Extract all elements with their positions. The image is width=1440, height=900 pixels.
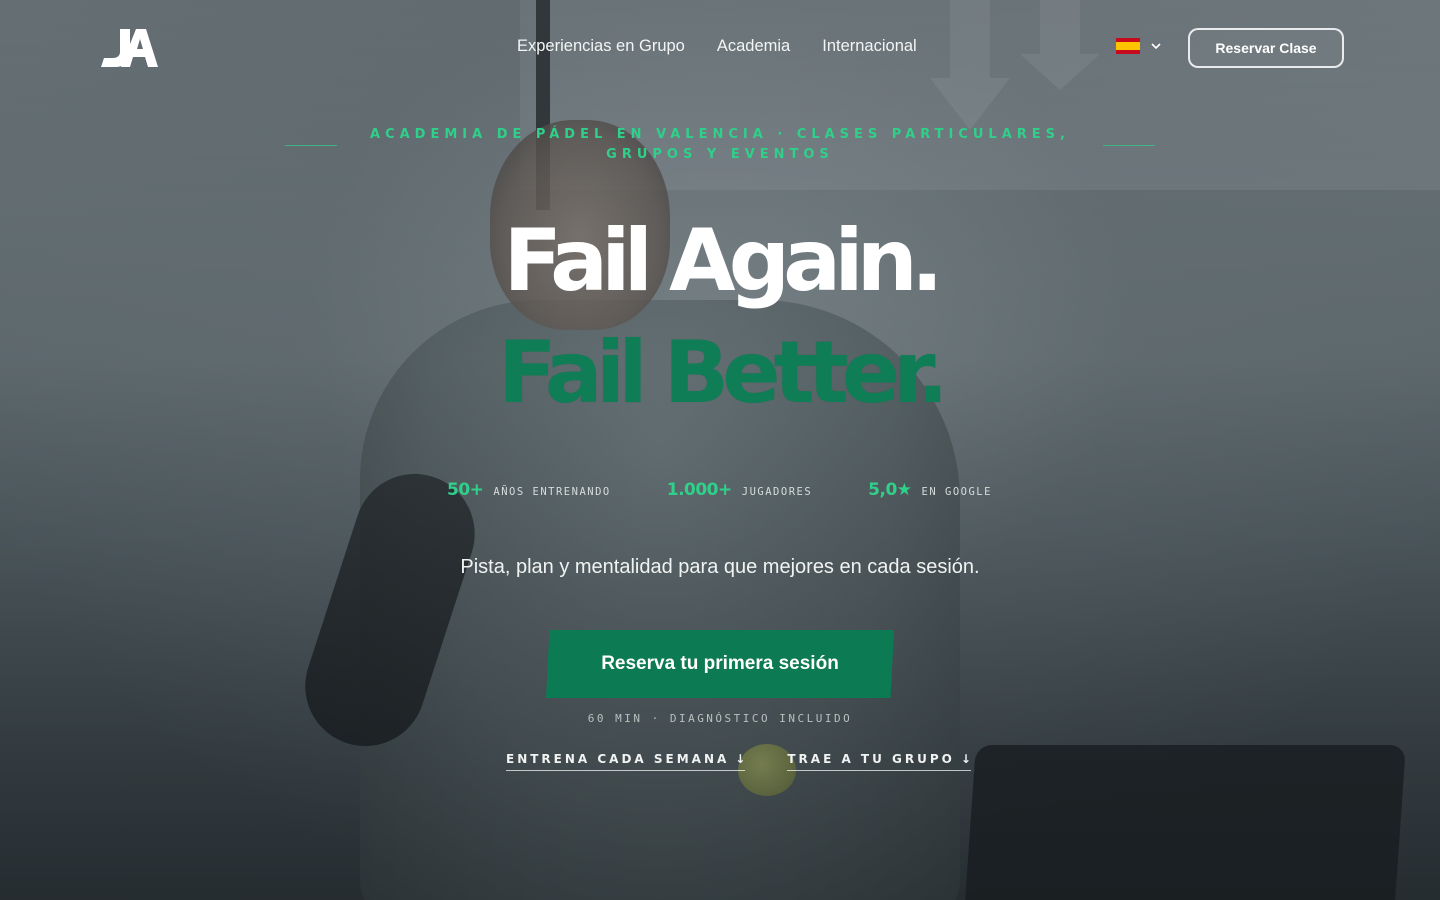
hero-eyebrow: ACADEMIA DE PÁDEL EN VALENCIA · CLASES P… [285,125,1155,165]
headline-line-1: Fail Again. [503,211,943,311]
nav-link-academia[interactable]: Academia [717,37,790,56]
link-trae-a-tu-grupo[interactable]: TRAE A TU GRUPO ↓ [787,752,971,771]
hero-subtitle: Pista, plan y mentalidad para que mejore… [460,556,980,578]
nav-link-internacional[interactable]: Internacional [822,37,916,56]
nav-link-experiencias[interactable]: Experiencias en Grupo [517,37,685,56]
stat-value: 1.000+ [666,480,733,500]
secondary-links: ENTRENA CADA SEMANA ↓ TRAE A TU GRUPO ↓ [506,752,971,771]
stat-label: EN GOOGLE [921,486,992,498]
link-entrena-cada-semana[interactable]: ENTRENA CADA SEMANA ↓ [506,752,746,771]
eyebrow-divider-right [1103,145,1155,146]
brand-logo[interactable] [100,27,158,69]
arrow-down-icon: ↓ [735,752,746,766]
stat-players: 1.000+ JUGADORES [667,480,812,500]
stat-value: 5,0★ [868,480,912,500]
stat-label: AÑOS ENTRENANDO [493,486,611,498]
stat-years: 50+ AÑOS ENTRENANDO [447,480,611,500]
stats-row: 50+ AÑOS ENTRENANDO 1.000+ JUGADORES 5,0… [447,480,992,500]
reserva-primera-sesion-button[interactable]: Reserva tu primera sesión [546,630,894,698]
link-label: ENTRENA CADA SEMANA [506,752,730,766]
language-selector[interactable] [1116,38,1162,54]
stat-google-rating: 5,0★ EN GOOGLE [868,480,992,500]
ja-logo-icon [101,29,158,67]
cta-note: 60 MIN · DIAGNÓSTICO INCLUIDO [587,712,853,725]
arrow-down-icon: ↓ [960,752,971,766]
stat-value: 50+ [447,480,484,500]
stat-label: JUGADORES [741,486,813,498]
eyebrow-text: ACADEMIA DE PÁDEL EN VALENCIA · CLASES P… [370,127,1070,162]
link-label: TRAE A TU GRUPO [787,752,955,766]
reservar-clase-button[interactable]: Reservar Clase [1188,28,1344,68]
headline-line-2: Fail Better. [498,323,949,423]
spain-flag-icon [1116,38,1140,54]
main-nav: Experiencias en Grupo Academia Internaci… [517,37,917,56]
chevron-down-icon [1151,43,1161,50]
eyebrow-divider-left [285,145,337,146]
